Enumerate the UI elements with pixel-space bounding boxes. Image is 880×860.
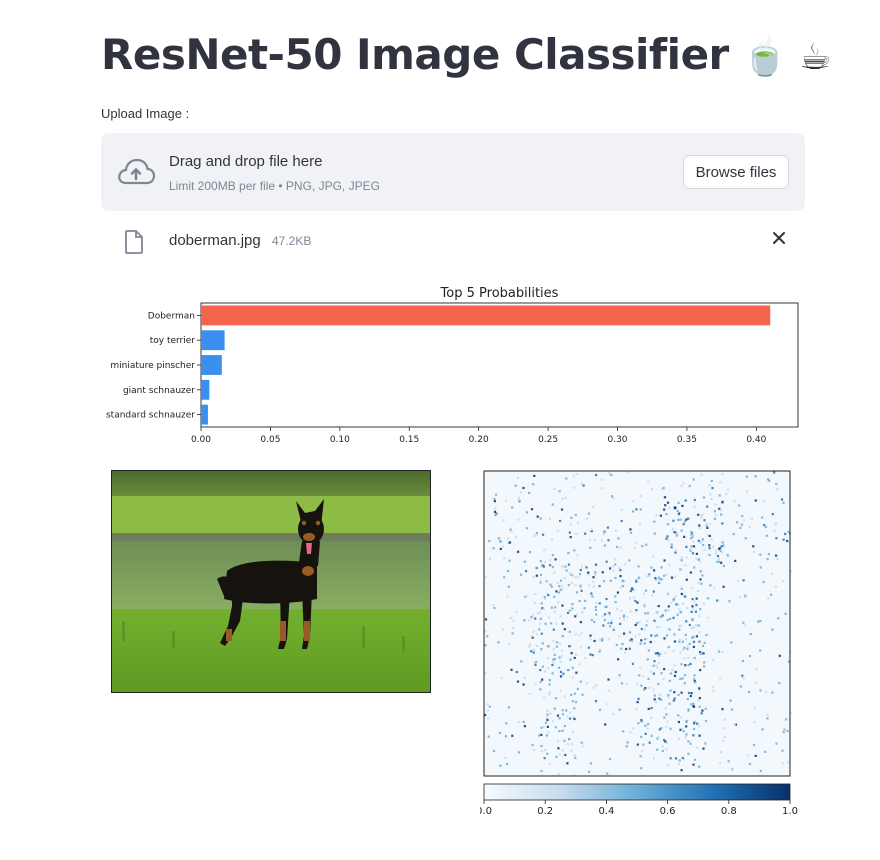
bar-toy-terrier [201,330,225,351]
cloud-upload-icon [117,157,156,192]
x-tick-label: 0.40 [746,435,766,445]
uploaded-file-row: doberman.jpg 47.2KB [101,226,805,258]
file-dropzone[interactable]: Drag and drop file here Limit 200MB per … [101,133,805,211]
colorbar-tick-label: 0.8 [721,806,737,817]
colorbar-ticks: 0.0 0.2 0.4 0.6 0.8 1.0 [480,800,798,817]
x-tick-label: 0.35 [677,435,697,445]
x-tick-label: 0.30 [607,435,627,445]
colorbar-tick-label: 0.4 [598,806,614,817]
dropzone-instruction: Drag and drop file here [169,153,323,170]
y-tick-label: Doberman [148,311,195,321]
doberman-photo [111,470,431,693]
file-size: 47.2KB [272,234,312,248]
bar-doberman [201,305,771,326]
chart-title: Top 5 Probabilities [440,286,559,301]
browse-files-button[interactable]: Browse files [683,155,789,189]
top5-probabilities-chart: Top 5 Probabilities Doberman toy terrier mi… [106,286,799,445]
dropzone-limit: Limit 200MB per file • PNG, JPG, JPEG [169,179,380,193]
x-tick-label: 0.20 [469,435,489,445]
y-tick-label: toy terrier [150,336,196,346]
colorbar-tick-label: 0.0 [480,806,492,817]
file-icon [123,229,145,260]
saliency-heatmap: 0.0 0.2 0.4 0.6 0.8 1.0 [480,470,798,817]
y-tick-label: giant schnauzer [123,386,195,396]
colorbar-tick-label: 0.6 [660,806,676,817]
remove-file-icon[interactable] [771,230,787,251]
bar-giant-schnauzer [201,379,210,400]
x-tick-label: 0.00 [191,435,211,445]
colorbar [483,783,791,801]
file-name: doberman.jpg [169,232,261,249]
page-title: ResNet-50 Image Classifier 🍵 ☕ [101,30,832,79]
x-tick-label: 0.25 [538,435,558,445]
y-tick-label: standard schnauzer [106,411,195,421]
tea-coffee-emoji: 🍵 ☕ [742,37,832,78]
bar-miniature-pinscher [201,355,222,375]
colorbar-tick-label: 0.2 [537,806,553,817]
upload-label: Upload Image : [101,106,190,121]
colorbar-tick-label: 1.0 [782,806,798,817]
title-text: ResNet-50 Image Classifier [101,30,729,79]
x-tick-label: 0.05 [260,435,280,445]
x-tick-label: 0.10 [330,435,350,445]
x-tick-label: 0.15 [399,435,419,445]
y-tick-label: miniature pinscher [110,361,195,371]
bar-standard-schnauzer [201,404,208,425]
